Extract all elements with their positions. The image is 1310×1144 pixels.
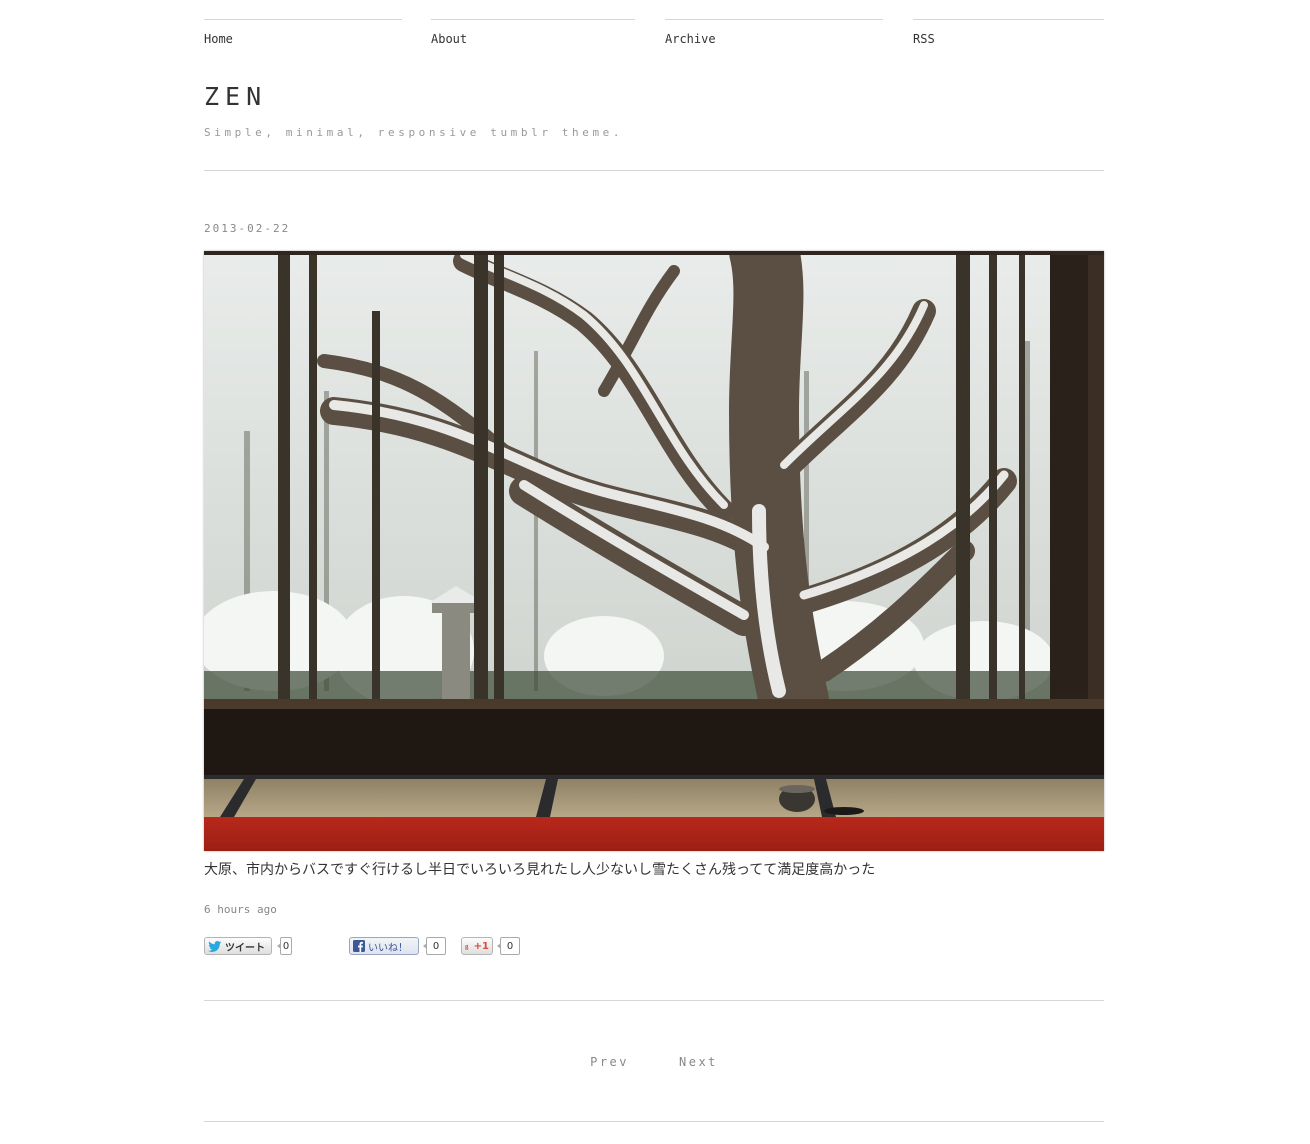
- plusone-count: 0: [497, 937, 520, 955]
- nav-home-link[interactable]: Home: [204, 19, 402, 46]
- like-button[interactable]: いいね！: [349, 937, 419, 955]
- next-page-link[interactable]: Next: [679, 1055, 718, 1069]
- post-divider: [204, 1000, 1104, 1001]
- tweet-label: ツイート: [225, 942, 265, 954]
- plusone-button[interactable]: g +1: [461, 937, 493, 955]
- footer-divider: [204, 1121, 1104, 1122]
- site-title[interactable]: ZEN: [204, 82, 267, 111]
- post-date: 2013-02-22: [204, 222, 291, 235]
- tweet-count: 0: [277, 937, 292, 955]
- post-caption: 大原、市内からバスですぐ行けるし半日でいろいろ見れたし人少ないし雪たくさん残って…: [204, 862, 876, 878]
- top-nav: Home About Archive RSS: [204, 19, 1104, 46]
- prev-page-link[interactable]: Prev: [590, 1055, 629, 1069]
- pagination: Prev Next: [204, 1055, 1104, 1069]
- nav-rss-link[interactable]: RSS: [913, 19, 1104, 46]
- site-tagline: Simple, minimal, responsive tumblr theme…: [204, 126, 624, 139]
- post-photo[interactable]: [204, 251, 1104, 851]
- like-count: 0: [423, 937, 446, 955]
- tweet-button[interactable]: ツイート: [204, 937, 272, 955]
- svg-text:g: g: [465, 943, 469, 950]
- nav-archive-link[interactable]: Archive: [665, 19, 883, 46]
- plusone-label: +1: [473, 940, 489, 952]
- like-label: いいね！: [368, 942, 408, 954]
- twitter-bird-icon: [208, 940, 222, 952]
- nav-about-link[interactable]: About: [431, 19, 635, 46]
- header-divider: [204, 170, 1104, 171]
- snow-garden-photo: [204, 251, 1104, 851]
- post-permalink[interactable]: 6 hours ago: [204, 903, 277, 916]
- google-plus-icon: g: [465, 943, 469, 950]
- facebook-icon: [353, 940, 365, 952]
